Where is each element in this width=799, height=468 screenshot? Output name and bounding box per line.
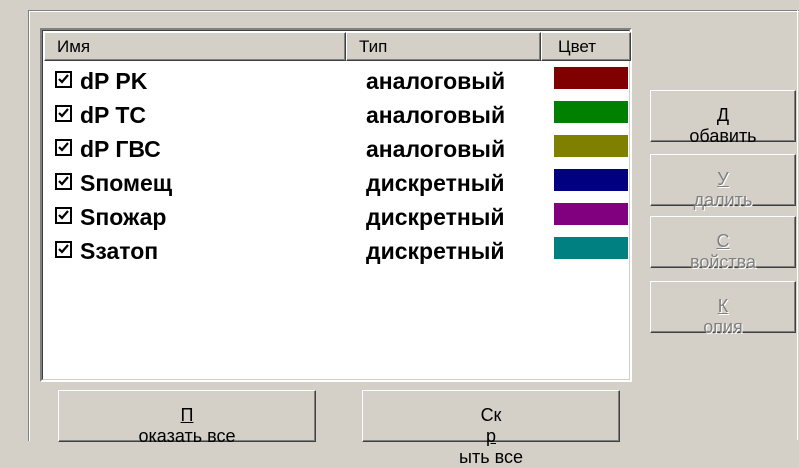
row-type: дискретный bbox=[366, 170, 505, 196]
checkmark-icon bbox=[58, 74, 69, 84]
row-name: Sпомещ bbox=[80, 170, 173, 196]
list-header: Имя Тип Цвет bbox=[44, 32, 631, 61]
column-header-type-label: Тип bbox=[359, 37, 388, 56]
group-frame-edge bbox=[797, 10, 798, 440]
delete-button-mnemonic: У bbox=[717, 169, 729, 189]
copy-button-label: опия bbox=[703, 317, 743, 337]
row-type: аналоговый bbox=[366, 68, 506, 94]
add-button[interactable]: Добавить bbox=[650, 90, 796, 146]
properties-button[interactable]: Свойства bbox=[650, 216, 796, 272]
properties-button-mnemonic: С bbox=[716, 231, 730, 251]
list-item[interactable]: dP TC аналоговый bbox=[44, 101, 631, 135]
row-name: dP TC bbox=[80, 102, 147, 128]
row-type: дискретный bbox=[366, 204, 505, 230]
hide-all-button-mnemonic: р bbox=[485, 426, 496, 446]
row-name: Sзатоп bbox=[80, 238, 159, 264]
show-all-button[interactable]: Показать все bbox=[58, 390, 316, 446]
checkbox[interactable] bbox=[55, 139, 72, 156]
hide-all-button-label: ыть все bbox=[459, 447, 523, 467]
column-header-color[interactable]: Цвет bbox=[541, 32, 631, 61]
row-type: аналоговый bbox=[366, 136, 506, 162]
column-header-color-label: Цвет bbox=[558, 37, 597, 56]
column-header-name-label: Имя bbox=[57, 37, 91, 56]
properties-button-label: войства bbox=[689, 252, 757, 272]
list-item[interactable]: dP ГВС аналоговый bbox=[44, 135, 631, 169]
checkmark-icon bbox=[58, 176, 69, 186]
checkbox[interactable] bbox=[55, 71, 72, 88]
add-button-label: обавить bbox=[689, 126, 757, 146]
row-type: дискретный bbox=[366, 238, 505, 264]
column-header-name[interactable]: Имя bbox=[44, 32, 346, 61]
delete-button-label: далить bbox=[693, 190, 753, 210]
list-item[interactable]: Sпожар дискретный bbox=[44, 203, 631, 237]
checkmark-icon bbox=[58, 108, 69, 118]
hide-all-button[interactable]: Ск р ыть все bbox=[362, 390, 620, 467]
row-name: dP PK bbox=[80, 68, 148, 94]
checkbox[interactable] bbox=[55, 207, 72, 224]
checkbox[interactable] bbox=[55, 241, 72, 258]
list-inner-border: Имя Тип Цвет dP PK аналоговый dP TC анал… bbox=[42, 30, 631, 380]
color-swatch[interactable] bbox=[554, 135, 628, 157]
color-swatch[interactable] bbox=[554, 169, 628, 191]
checkmark-icon bbox=[58, 210, 69, 220]
checkmark-icon bbox=[58, 244, 69, 254]
row-type: аналоговый bbox=[366, 102, 506, 128]
hide-all-button-prefix: Ск bbox=[480, 405, 502, 425]
list-item[interactable]: Sзатоп дискретный bbox=[44, 237, 631, 271]
checkbox[interactable] bbox=[55, 105, 72, 122]
copy-button-mnemonic: К bbox=[717, 296, 729, 316]
row-name: Sпожар bbox=[80, 204, 167, 230]
show-all-button-label: оказать все bbox=[138, 426, 236, 446]
color-swatch[interactable] bbox=[554, 203, 628, 225]
show-all-button-mnemonic: П bbox=[180, 405, 194, 425]
delete-button[interactable]: Удалить bbox=[650, 154, 796, 210]
add-button-mnemonic: Д bbox=[716, 105, 730, 125]
checkmark-icon bbox=[58, 142, 69, 152]
list-item[interactable]: dP PK аналоговый bbox=[44, 67, 631, 101]
parameter-list[interactable]: Имя Тип Цвет dP PK аналоговый dP TC анал… bbox=[40, 28, 632, 382]
row-name: dP ГВС bbox=[80, 136, 161, 162]
copy-button[interactable]: Копия bbox=[650, 281, 796, 337]
checkbox[interactable] bbox=[55, 173, 72, 190]
color-swatch[interactable] bbox=[554, 67, 628, 89]
column-header-type[interactable]: Тип bbox=[346, 32, 541, 61]
color-swatch[interactable] bbox=[554, 237, 628, 259]
list-item[interactable]: Sпомещ дискретный bbox=[44, 169, 631, 203]
color-swatch[interactable] bbox=[554, 101, 628, 123]
